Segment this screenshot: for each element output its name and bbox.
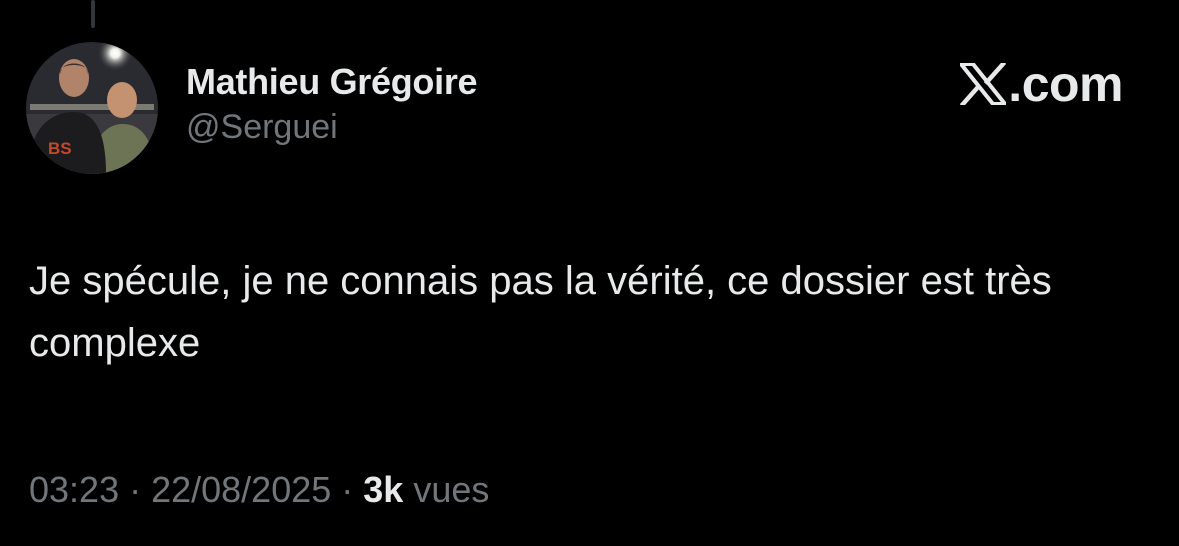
author-display-name[interactable]: Mathieu Grégoire [186,60,478,104]
views-count[interactable]: 3k [363,469,403,510]
author-handle[interactable]: @Serguei [186,106,477,148]
views-label: vues [413,469,490,510]
meta-separator: · [341,469,354,510]
tweet-time[interactable]: 03:23 [29,469,119,510]
thread-connector-line [91,0,95,28]
meta-separator: · [129,469,142,510]
avatar[interactable]: BS [26,42,158,174]
tweet-date[interactable]: 22/08/2025 [151,469,331,510]
tweet-text: Je spécule, je ne connais pas la vérité,… [29,259,1052,365]
x-logo-icon [960,63,1007,105]
svg-text:BS: BS [48,139,72,158]
brand-domain-text: .com [1008,56,1123,112]
x-com-brand: .com [960,56,1123,112]
avatar-photo: BS [26,42,158,174]
tweet-meta: 03:23 · 22/08/2025 · 3k vues [29,466,489,514]
user-info: Mathieu Grégoire @Serguei [186,60,478,148]
